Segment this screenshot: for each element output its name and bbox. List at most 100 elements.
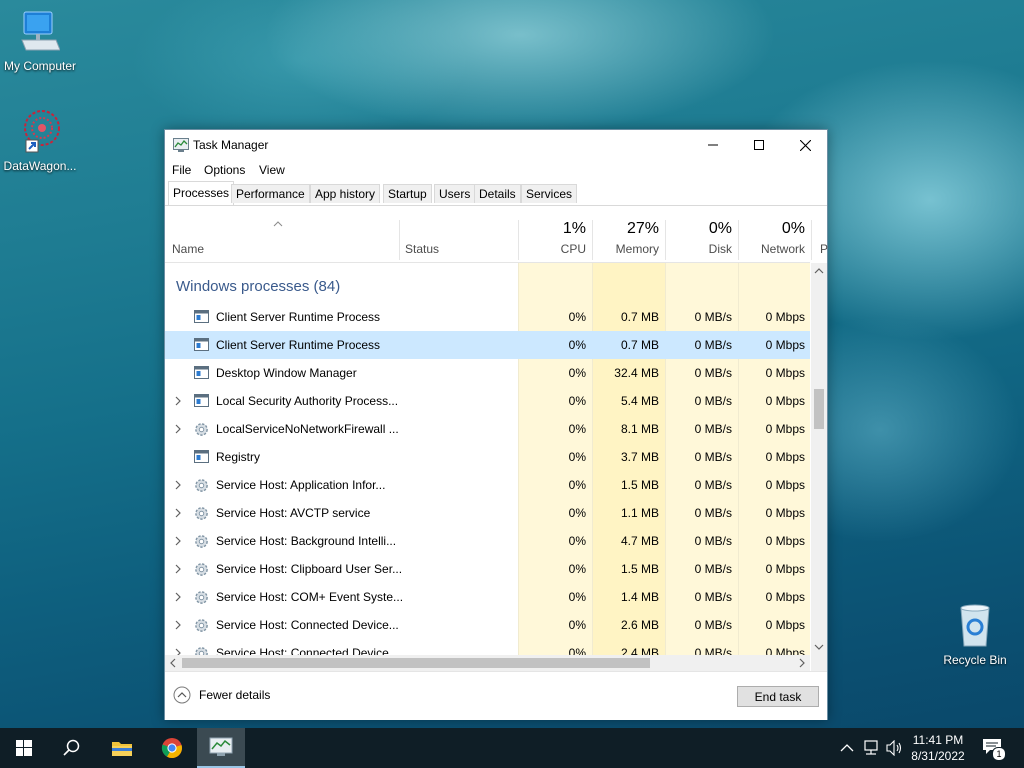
expand-chevron-icon[interactable]	[174, 535, 182, 547]
tab-performance[interactable]: Performance	[231, 184, 310, 203]
column-name[interactable]: Name	[165, 206, 399, 262]
expand-chevron-icon[interactable]	[174, 423, 182, 435]
vertical-scroll-thumb[interactable]	[814, 389, 824, 429]
process-cpu: 0%	[568, 394, 586, 408]
cpu-label: CPU	[560, 242, 586, 256]
gear-icon	[195, 535, 208, 548]
table-row[interactable]: Client Server Runtime Process 0% 0.7 MB 0 M…	[165, 303, 810, 331]
desktop-icon-datawagon[interactable]: DataWagon...	[0, 108, 80, 173]
process-disk: 0 MB/s	[694, 618, 732, 632]
clock[interactable]: 11:41 PM 8/31/2022	[910, 732, 966, 764]
taskbar-chrome[interactable]	[148, 728, 196, 768]
window-icon	[194, 310, 209, 323]
process-network: 0 Mbps	[765, 590, 805, 604]
process-memory: 2.4 MB	[620, 646, 659, 655]
network-icon[interactable]	[862, 740, 880, 756]
horizontal-scrollbar[interactable]	[165, 655, 810, 671]
table-row[interactable]: Local Security Authority Process... 0% 5.4…	[165, 387, 810, 415]
process-memory: 8.1 MB	[620, 422, 659, 436]
scroll-right-icon[interactable]	[794, 655, 810, 671]
process-cpu: 0%	[568, 422, 586, 436]
datawagon-shortcut-icon	[24, 110, 60, 153]
start-button[interactable]	[0, 728, 48, 768]
process-network: 0 Mbps	[765, 562, 805, 576]
process-cpu: 0%	[568, 534, 586, 548]
expand-chevron-icon[interactable]	[174, 563, 182, 575]
table-row[interactable]: Service Host: Background Intelli... 0% 4.7…	[165, 527, 810, 555]
chevron-up-icon[interactable]	[840, 743, 854, 753]
process-disk: 0 MB/s	[694, 338, 732, 352]
table-row[interactable]: Client Server Runtime Process 0% 0.7 MB 0 M…	[165, 331, 810, 359]
fewer-details-label: Fewer details	[199, 688, 271, 702]
desktop-icon-label: DataWagon...	[3, 159, 77, 173]
column-power-partial[interactable]: P	[820, 242, 828, 256]
table-row[interactable]: Desktop Window Manager 0% 32.4 MB 0 MB/s 0 M…	[165, 359, 810, 387]
menu-file[interactable]: File	[172, 163, 191, 177]
process-network: 0 Mbps	[765, 338, 805, 352]
minimize-button[interactable]	[690, 130, 736, 160]
table-row[interactable]: LocalServiceNoNetworkFirewall ... 0% 8.1 M…	[165, 415, 810, 443]
process-name: Service Host: Application Infor...	[216, 478, 386, 492]
table-row[interactable]: Service Host: AVCTP service 0% 1.1 MB 0 MB/…	[165, 499, 810, 527]
desktop-icon-my-computer[interactable]: My Computer	[0, 10, 80, 73]
process-memory: 1.5 MB	[620, 478, 659, 492]
group-header-windows-processes[interactable]: Windows processes (84)	[176, 278, 340, 295]
column-status-label: Status	[405, 242, 440, 256]
table-row[interactable]: Service Host: Connected Device... 0% 2.6 M…	[165, 611, 810, 639]
window-icon	[194, 394, 209, 407]
scroll-left-icon[interactable]	[165, 655, 181, 671]
column-cpu[interactable]: 1% CPU	[519, 206, 592, 262]
horizontal-scroll-thumb[interactable]	[182, 658, 650, 668]
vertical-scrollbar[interactable]	[811, 263, 827, 655]
scroll-up-icon[interactable]	[811, 263, 827, 279]
process-cpu: 0%	[568, 366, 586, 380]
tab-details[interactable]: Details	[474, 184, 521, 203]
expand-chevron-icon[interactable]	[174, 395, 182, 407]
taskbar-file-explorer[interactable]	[98, 728, 146, 768]
scroll-down-icon[interactable]	[811, 639, 827, 655]
table-row[interactable]: Service Host: Application Infor... 0% 1.5 …	[165, 471, 810, 499]
column-network[interactable]: 0% Network	[739, 206, 811, 262]
expand-chevron-icon[interactable]	[174, 479, 182, 491]
footer: Fewer details End task	[165, 671, 827, 720]
taskbar-task-manager[interactable]	[197, 728, 245, 768]
table-row[interactable]: Service Host: Connected Device... 0% 2.4 M…	[165, 639, 810, 655]
process-list: Windows processes (84) Client Server Run…	[165, 263, 810, 655]
process-disk: 0 MB/s	[694, 478, 732, 492]
column-divider[interactable]	[811, 220, 812, 260]
expand-chevron-icon[interactable]	[174, 619, 182, 631]
desktop-icon-recycle-bin[interactable]: Recycle Bin	[935, 602, 1015, 667]
table-row[interactable]: Service Host: Clipboard User Ser... 0% 1.5…	[165, 555, 810, 583]
process-disk: 0 MB/s	[694, 646, 732, 655]
volume-icon[interactable]	[886, 740, 904, 756]
maximize-button[interactable]	[736, 130, 782, 160]
end-task-button[interactable]: End task	[737, 686, 819, 707]
column-memory[interactable]: 27% Memory	[593, 206, 665, 262]
menu-options[interactable]: Options	[204, 163, 245, 177]
notifications-button[interactable]: 1	[978, 736, 1008, 762]
expand-chevron-icon[interactable]	[174, 507, 182, 519]
process-name: LocalServiceNoNetworkFirewall ...	[216, 422, 399, 436]
process-network: 0 Mbps	[765, 310, 805, 324]
table-row[interactable]: Service Host: COM+ Event Syste... 0% 1.4 M…	[165, 583, 810, 611]
table-row[interactable]: Registry 0% 3.7 MB 0 MB/s 0 Mbps	[165, 443, 810, 471]
process-disk: 0 MB/s	[694, 394, 732, 408]
tab-users[interactable]: Users	[434, 184, 476, 203]
column-disk[interactable]: 0% Disk	[666, 206, 738, 262]
tab-startup[interactable]: Startup	[383, 184, 432, 203]
expand-chevron-icon[interactable]	[174, 591, 182, 603]
process-memory: 1.4 MB	[620, 590, 659, 604]
expand-chevron-icon[interactable]	[174, 647, 182, 655]
process-disk: 0 MB/s	[694, 422, 732, 436]
title-bar[interactable]: Task Manager	[165, 130, 827, 160]
search-button[interactable]	[48, 728, 96, 768]
window-title: Task Manager	[193, 138, 269, 152]
process-cpu: 0%	[568, 450, 586, 464]
tab-app-history[interactable]: App history	[310, 184, 381, 203]
tab-services[interactable]: Services	[521, 184, 578, 203]
column-status[interactable]: Status	[400, 206, 518, 262]
close-button[interactable]	[782, 130, 828, 160]
gear-icon	[195, 423, 208, 436]
tab-processes[interactable]: Processes	[168, 181, 235, 205]
menu-view[interactable]: View	[259, 163, 285, 177]
